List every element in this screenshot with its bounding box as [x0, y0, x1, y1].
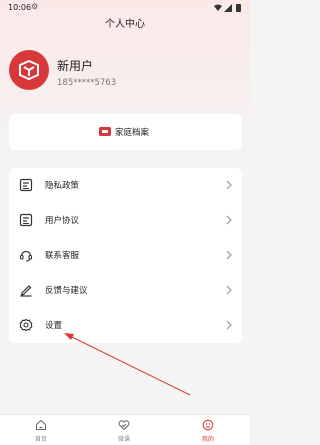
- family-folder-icon: [99, 127, 111, 136]
- home-icon: [36, 419, 46, 430]
- smile-icon: [202, 419, 214, 431]
- avatar-logo-icon: [19, 59, 39, 81]
- avatar[interactable]: [9, 50, 49, 90]
- nav-item-courses[interactable]: 微课: [94, 415, 154, 445]
- headset-icon: [19, 250, 33, 262]
- nav-item-home[interactable]: 首页: [11, 415, 71, 445]
- bottom-nav: 首页 微课 我的: [0, 414, 250, 445]
- chevron-right-icon: [226, 320, 232, 330]
- menu-item-user-agreement[interactable]: 用户协议: [9, 203, 242, 238]
- user-name: 新用户: [57, 59, 94, 73]
- chevron-right-icon: [226, 215, 232, 225]
- document-icon: [19, 213, 33, 227]
- status-settings-icon: ⚙: [31, 2, 39, 11]
- user-phone: 185*****5763: [57, 78, 117, 88]
- menu-item-label: 反馈与建议: [45, 286, 88, 296]
- status-time: 10:06: [8, 3, 32, 12]
- menu-item-label: 用户协议: [45, 216, 80, 226]
- family-records-label: 家庭档案: [115, 128, 150, 138]
- menu-item-label: 联系客服: [45, 251, 80, 261]
- menu-item-label: 设置: [45, 321, 63, 331]
- battery-icon: [236, 4, 241, 12]
- pen-icon: [20, 285, 32, 297]
- status-bar: 10:06 ⚙: [0, 0, 250, 16]
- chevron-right-icon: [226, 180, 232, 190]
- menu-item-label: 隐私政策: [45, 181, 80, 191]
- menu-item-privacy-policy[interactable]: 隐私政策: [9, 168, 242, 203]
- signal-icon: [224, 4, 232, 12]
- gear-icon: [19, 318, 33, 332]
- document-icon: [19, 178, 33, 192]
- family-records-card[interactable]: 家庭档案: [9, 114, 242, 150]
- nav-item-mine[interactable]: 我的: [178, 415, 238, 445]
- menu-item-customer-service[interactable]: 联系客服: [9, 238, 242, 273]
- menu-item-settings[interactable]: 设置: [9, 308, 242, 343]
- status-icons: [214, 4, 241, 12]
- nav-label: 微课: [117, 436, 130, 443]
- page-title: 个人中心: [105, 19, 145, 30]
- chevron-right-icon: [226, 250, 232, 260]
- heart-check-icon: [118, 420, 130, 431]
- nav-label: 首页: [34, 436, 47, 443]
- chevron-right-icon: [226, 285, 232, 295]
- wifi-icon: [214, 4, 222, 11]
- nav-label: 我的: [201, 436, 214, 443]
- menu-list: 隐私政策 用户协议 联系客服 反馈与建议 设置: [9, 168, 242, 343]
- menu-item-feedback[interactable]: 反馈与建议: [9, 273, 242, 308]
